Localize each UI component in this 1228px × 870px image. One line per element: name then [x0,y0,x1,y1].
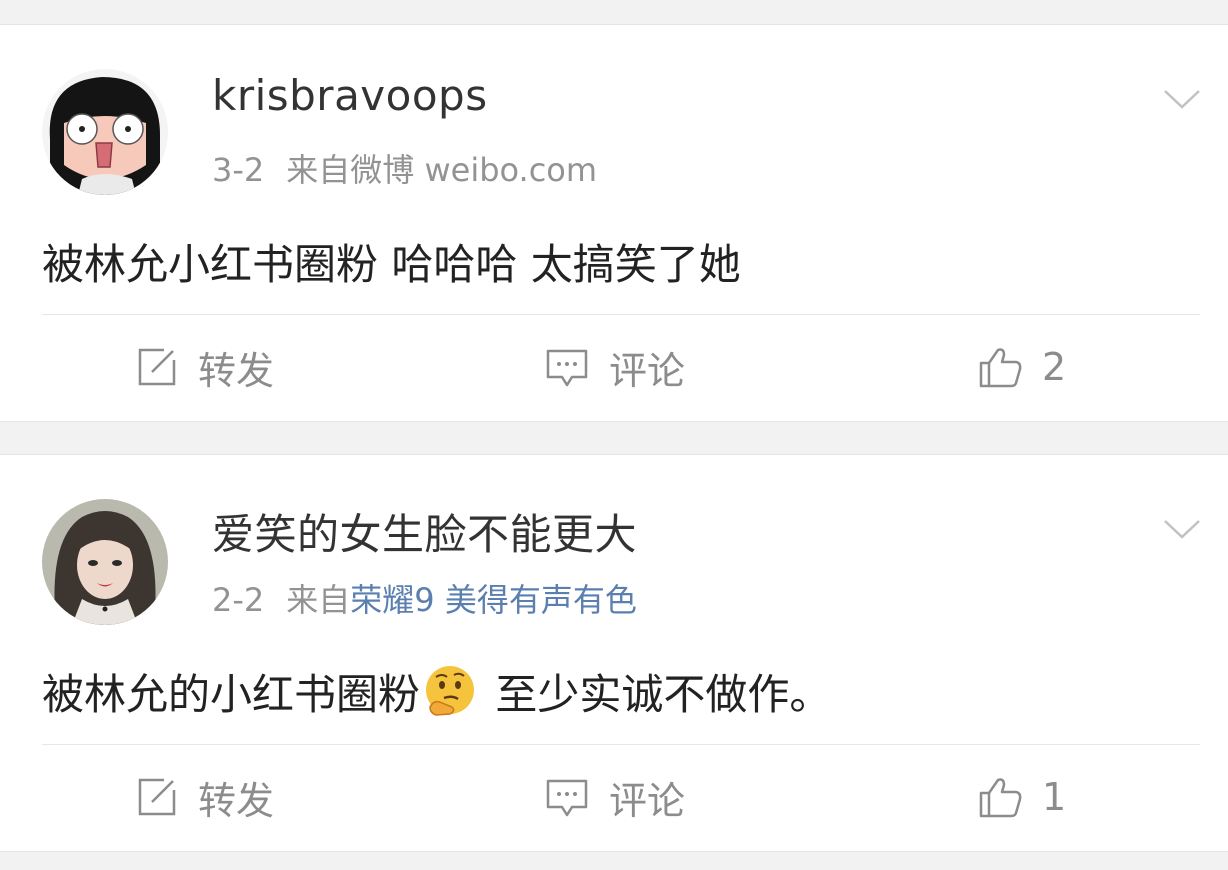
comment-bubble-icon [545,345,589,389]
comment-card: 爱笑的女生脸不能更大 2-2 来自荣耀9 美得有声有色 被林允的小红书圈粉 至少实… [0,454,1228,852]
like-count: 2 [1042,345,1067,389]
source-link[interactable]: weibo.com [424,151,597,189]
user-photo-avatar-image [42,499,168,625]
source-prefix: 来自微博 [286,151,415,189]
post-meta: 3-2 来自微博 weibo.com [212,145,597,191]
post-meta: 2-2 来自荣耀9 美得有声有色 [212,575,637,621]
avatar[interactable] [42,499,168,625]
thumbs-up-icon [978,775,1022,819]
comment-label: 评论 [609,348,686,393]
comment-button[interactable]: 评论 [545,339,685,395]
comment-label: 评论 [609,778,686,823]
comment-bubble-icon [545,775,589,819]
comment-text-before-emoji: 被林允的小红书圈粉 [42,670,421,719]
username[interactable]: krisbravoops [212,71,488,120]
username[interactable]: 爱笑的女生脸不能更大 [212,501,637,562]
chevron-down-icon [1164,520,1200,539]
comment-feed: krisbravoops 3-2 来自微博 weibo.com 被林允小红书圈粉 … [0,0,1228,870]
source-link[interactable]: 荣耀9 美得有声有色 [350,581,637,619]
comment-text: 被林允的小红书圈粉 至少实诚不做作。 [42,661,831,722]
like-button[interactable]: 2 [978,339,1066,395]
repost-button[interactable]: 转发 [134,339,274,395]
more-options-button[interactable] [1162,85,1202,113]
comment-card: krisbravoops 3-2 来自微博 weibo.com 被林允小红书圈粉 … [0,24,1228,422]
repost-label: 转发 [198,348,275,393]
divider [42,744,1200,745]
like-button[interactable]: 1 [978,769,1066,825]
divider [42,314,1200,315]
thinking-face-emoji [422,663,478,719]
chevron-down-icon [1164,90,1200,109]
cartoon-avatar-image [42,69,168,195]
avatar[interactable] [42,69,168,195]
repost-edit-icon [134,775,178,819]
source-prefix: 来自 [286,581,351,619]
post-date: 3-2 [212,151,265,189]
repost-button[interactable]: 转发 [134,769,274,825]
comment-button[interactable]: 评论 [545,769,685,825]
repost-edit-icon [134,345,178,389]
post-date: 2-2 [212,581,265,619]
like-count: 1 [1042,775,1067,819]
comment-text-main: 被林允小红书圈粉 哈哈哈 太搞笑了她 [42,240,741,289]
comment-text-after-emoji: 至少实诚不做作。 [482,670,832,719]
more-options-button[interactable] [1162,515,1202,543]
thumbs-up-icon [978,345,1022,389]
comment-text: 被林允小红书圈粉 哈哈哈 太搞笑了她 [42,231,741,292]
repost-label: 转发 [198,778,275,823]
